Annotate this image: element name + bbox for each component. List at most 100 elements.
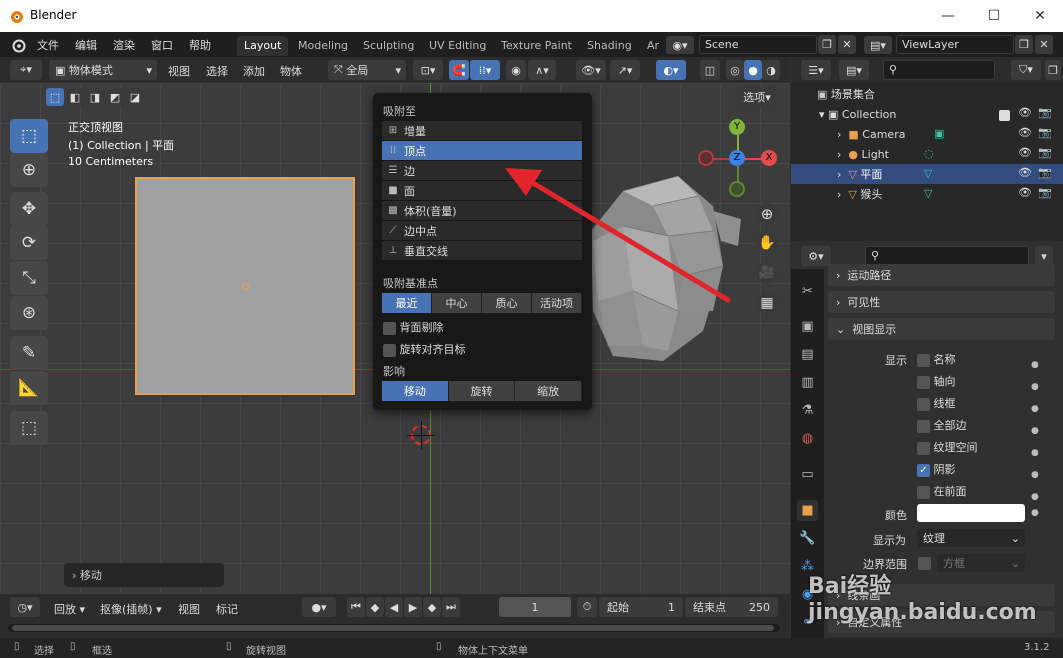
select-extend-icon[interactable]: ◧ xyxy=(66,88,84,106)
delete-viewlayer-icon[interactable]: ✕ xyxy=(1035,35,1053,54)
tool-scale-icon[interactable]: ⤡ xyxy=(10,261,48,295)
snap-vertex-dropdown-icon[interactable]: ⁞⁞▾ xyxy=(470,60,500,80)
new-viewlayer-icon[interactable]: ❐ xyxy=(1015,35,1033,54)
tab-more[interactable]: Ar xyxy=(640,36,666,56)
viewlayer-name-field[interactable]: ViewLayer xyxy=(896,35,1014,54)
select-new-icon[interactable]: ⬚ xyxy=(46,88,64,106)
tab-modeling[interactable]: Modeling xyxy=(291,36,355,56)
option-texture-space[interactable]: 纹理空间 xyxy=(917,439,978,461)
jump-start-icon[interactable]: ⏮ xyxy=(347,597,365,617)
delete-scene-icon[interactable]: ✕ xyxy=(838,35,856,54)
shading-solid-icon[interactable]: ● xyxy=(744,60,762,80)
section-visibility[interactable]: › 可见性 xyxy=(828,291,1055,313)
transform-orientation-dropdown[interactable]: ⤧ 全局 ▾ xyxy=(328,60,406,80)
view-layer-tab-icon[interactable]: ▥ xyxy=(797,372,818,393)
affect-rotate[interactable]: 旋转 xyxy=(448,381,516,401)
scene-selector-icon[interactable]: ◉▾ xyxy=(666,36,694,54)
plane-object[interactable] xyxy=(135,177,355,395)
eye-icon[interactable]: 👁 xyxy=(1018,106,1032,119)
shading-material-icon[interactable]: ◑ xyxy=(762,60,780,80)
viewport-options-dropdown[interactable]: 选项 ▾ xyxy=(736,87,778,107)
viewlayer-selector-icon[interactable]: ▤▾ xyxy=(864,36,892,54)
tool-transform-icon[interactable]: ⊛ xyxy=(10,296,48,330)
mesh-data-icon[interactable]: ▽ xyxy=(924,187,932,200)
align-rotation-option[interactable]: 旋转对齐目标 xyxy=(383,341,466,357)
snap-item-increment[interactable]: ⊞ 增量 xyxy=(382,121,582,141)
tab-sculpting[interactable]: Sculpting xyxy=(356,36,421,56)
start-frame-field[interactable]: 起始 1 xyxy=(599,597,683,617)
tab-uv-editing[interactable]: UV Editing xyxy=(422,36,493,56)
visibility-icon[interactable]: 👁▾ xyxy=(576,60,606,80)
tool-select-box-icon[interactable]: ⬚ xyxy=(10,119,48,153)
display-mode-icon[interactable]: ▤▾ xyxy=(839,60,869,80)
option-all-edges-checkbox[interactable] xyxy=(917,419,930,433)
tool-cursor-icon[interactable]: ⊕ xyxy=(10,153,48,187)
render-tab-icon[interactable]: ▣ xyxy=(797,316,818,337)
pan-hand-icon[interactable]: ✋ xyxy=(756,232,778,254)
perspective-grid-icon[interactable]: ▦ xyxy=(756,292,778,314)
properties-editor-type-icon[interactable]: ⚙▾ xyxy=(801,246,831,266)
outliner-plane-row[interactable]: › ▽ 平面 ▽ 👁 📷 xyxy=(791,164,1063,184)
outliner-editor-type-icon[interactable]: ☰▾ xyxy=(801,60,831,80)
section-motion-paths[interactable]: › 运动路径 xyxy=(828,264,1055,286)
next-keyframe-icon[interactable]: ◆ xyxy=(423,597,441,617)
display-as-dropdown[interactable]: 纹理 ⌄ xyxy=(917,529,1025,547)
option-shadow-checkbox[interactable]: ✓ xyxy=(917,463,930,477)
world-tab-icon[interactable]: ◍ xyxy=(797,428,818,449)
keying-menu[interactable]: 抠像(插帧) ▾ xyxy=(100,601,162,617)
render-camera-icon[interactable]: 📷 xyxy=(1038,186,1052,199)
prev-keyframe-icon[interactable]: ◆ xyxy=(366,597,384,617)
option-in-front-checkbox[interactable] xyxy=(917,485,930,499)
backface-culling-checkbox[interactable] xyxy=(383,321,396,335)
gizmo-x-axis[interactable]: X xyxy=(761,150,777,166)
mesh-data-icon[interactable]: ▽ xyxy=(924,167,932,180)
jump-end-icon[interactable]: ⏭ xyxy=(442,597,460,617)
object-tab-icon[interactable]: ■ xyxy=(797,500,818,521)
tab-shading[interactable]: Shading xyxy=(580,36,639,56)
outliner-collection-row[interactable]: ▾ ▣ Collection 👁 📷 xyxy=(791,104,1063,124)
menu-view[interactable]: 视图 xyxy=(168,63,190,79)
tool-add-cube-icon[interactable]: ⬚ xyxy=(10,411,48,445)
eye-icon[interactable]: 👁 xyxy=(1018,166,1032,179)
menu-window[interactable]: 窗口 xyxy=(151,37,173,53)
close-window-button[interactable]: ✕ xyxy=(1017,0,1063,32)
affect-scale[interactable]: 缩放 xyxy=(515,381,583,401)
tool-annotate-icon[interactable]: ✎ xyxy=(10,336,48,370)
play-reverse-icon[interactable]: ◀ xyxy=(385,597,403,617)
menu-add[interactable]: 添加 xyxy=(243,63,265,79)
last-operator-panel[interactable]: › 移动 xyxy=(64,563,224,587)
collection-tab-icon[interactable]: ▭ xyxy=(797,464,818,485)
timeline-editor-type-icon[interactable]: ◷▾ xyxy=(10,597,40,617)
option-wireframe[interactable]: 线框 xyxy=(917,395,978,417)
blender-menu-icon[interactable] xyxy=(10,37,26,53)
tool-measure-icon[interactable]: 📐 xyxy=(10,371,48,405)
filter-icon[interactable]: ⛉▾ xyxy=(1011,60,1041,80)
playback-menu[interactable]: 回放 ▾ xyxy=(54,601,85,617)
option-shadow[interactable]: ✓ 阴影 xyxy=(917,461,978,483)
outliner-search-input[interactable]: ⚲ xyxy=(883,60,995,80)
end-frame-field[interactable]: 结束点 250 xyxy=(685,597,778,617)
output-tab-icon[interactable]: ▤ xyxy=(797,344,818,365)
option-name-checkbox[interactable] xyxy=(917,353,930,367)
scene-name-field[interactable]: Scene xyxy=(699,35,817,54)
camera-view-icon[interactable]: 🎥 xyxy=(756,262,778,284)
snap-item-vertex[interactable]: ⁞⁞ 顶点 xyxy=(382,141,582,161)
xray-toggle-icon[interactable]: ◫ xyxy=(700,60,720,80)
timeline-view-menu[interactable]: 视图 xyxy=(178,601,200,617)
collection-checkbox[interactable] xyxy=(999,108,1010,121)
render-camera-icon[interactable]: 📷 xyxy=(1038,126,1052,139)
eye-icon[interactable]: 👁 xyxy=(1018,126,1032,139)
render-camera-icon[interactable]: 📷 xyxy=(1038,106,1052,119)
play-icon[interactable]: ▶ xyxy=(404,597,422,617)
option-name[interactable]: 名称 xyxy=(917,351,978,373)
tool-move-icon[interactable]: ✥ xyxy=(10,192,48,226)
tab-texture-paint[interactable]: Texture Paint xyxy=(494,36,579,56)
marker-menu[interactable]: 标记 xyxy=(216,601,238,617)
menu-edit[interactable]: 编辑 xyxy=(75,37,97,53)
maximize-button[interactable]: ☐ xyxy=(971,0,1017,32)
outliner-camera-row[interactable]: › ■ Camera ▣ 👁 📷 xyxy=(791,124,1063,144)
snap-base-center[interactable]: 中心 xyxy=(432,293,482,313)
overlay-toggle-icon[interactable]: ◐▾ xyxy=(656,60,686,80)
gizmo-toggle-icon[interactable]: ↗▾ xyxy=(610,60,640,80)
option-all-edges[interactable]: 全部边 xyxy=(917,417,978,439)
